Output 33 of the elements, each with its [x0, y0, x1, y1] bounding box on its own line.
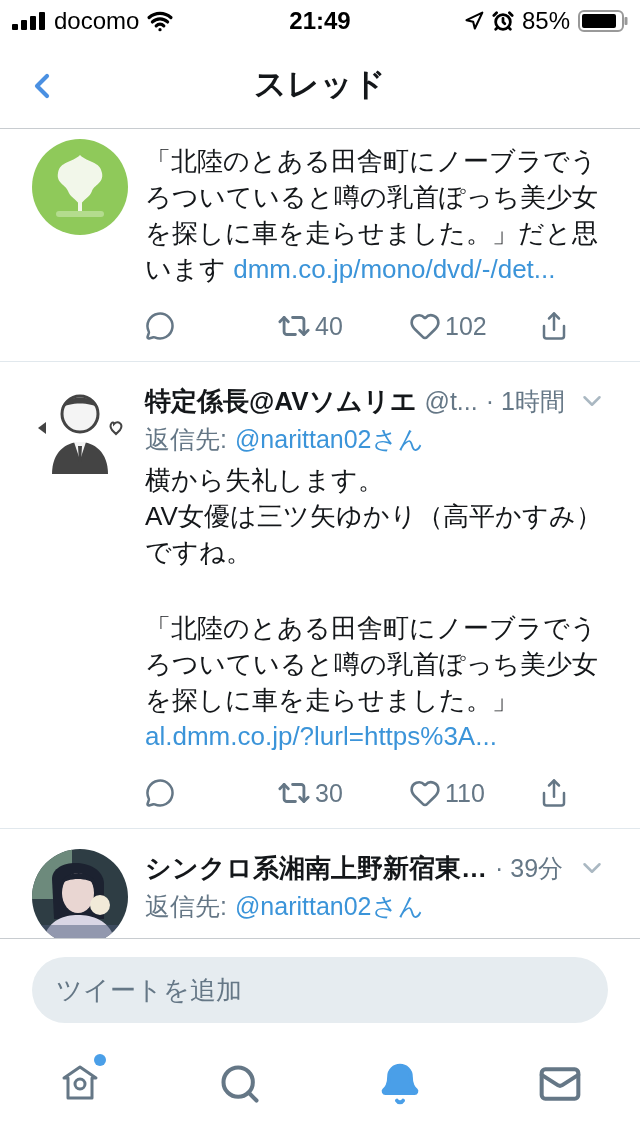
reply-button[interactable]	[145, 778, 175, 808]
battery-icon	[578, 10, 628, 32]
location-icon	[463, 11, 484, 31]
speech-bubble-icon	[145, 311, 175, 341]
retweet-button[interactable]: 30	[277, 776, 343, 810]
search-icon	[218, 1062, 262, 1106]
alarm-icon	[491, 10, 514, 32]
reply-mention-link[interactable]: @narittan02さん	[234, 422, 424, 456]
tweet-text: 「北陸のとある田舎町にノーブラでうろついていると噂の乳首ぽっち美少女を探しに車を走らせました。」だと思います dmm.co.jp/mono/dvd/-/det...	[145, 145, 599, 286]
tweet-input-field[interactable]: ツイートを追加	[32, 957, 608, 1023]
reply-mention-link[interactable]: @narittan02さん	[234, 889, 424, 923]
signal-icon	[12, 12, 46, 30]
carrier-name: docomo	[54, 7, 140, 35]
retweet-button[interactable]: 40	[277, 309, 343, 343]
user-handle: @t...	[424, 386, 478, 416]
tweet-text: 横から失礼します。	[145, 464, 385, 497]
clock-time: 21:49	[289, 7, 351, 35]
reply-label: 返信先:	[145, 890, 227, 922]
tweet-text: 「北陸のとある田舎町にノーブラでうろついていると噂の乳首ぽっち美少女を探しに車を走らせました。」 al.dmm.co.jp/?lurl=https%3A...	[145, 612, 599, 753]
speech-bubble-icon	[145, 778, 175, 808]
user-name: シンクロ系湘南上野新宿東…	[145, 851, 487, 885]
like-button[interactable]: 102	[409, 310, 487, 342]
tweet-text: AV女優は三ツ矢ゆかり（高平かすみ）ですね。	[145, 500, 603, 569]
tweet-time: · 39分	[495, 852, 564, 884]
battery-percent: 85%	[521, 7, 570, 35]
page-title: スレッド	[254, 65, 386, 104]
tweet-link[interactable]: dmm.co.jp/mono/dvd/-/det...	[233, 254, 556, 284]
like-button[interactable]: 110	[409, 777, 485, 809]
reply-label: 返信先:	[145, 423, 227, 455]
tweet-link[interactable]: al.dmm.co.jp/?lurl=https%3A...	[145, 721, 497, 751]
reply-button[interactable]	[145, 311, 175, 341]
tweet-time: · 1時間	[485, 385, 565, 417]
user-name: 特定係長@AVソムリエ	[145, 384, 417, 418]
